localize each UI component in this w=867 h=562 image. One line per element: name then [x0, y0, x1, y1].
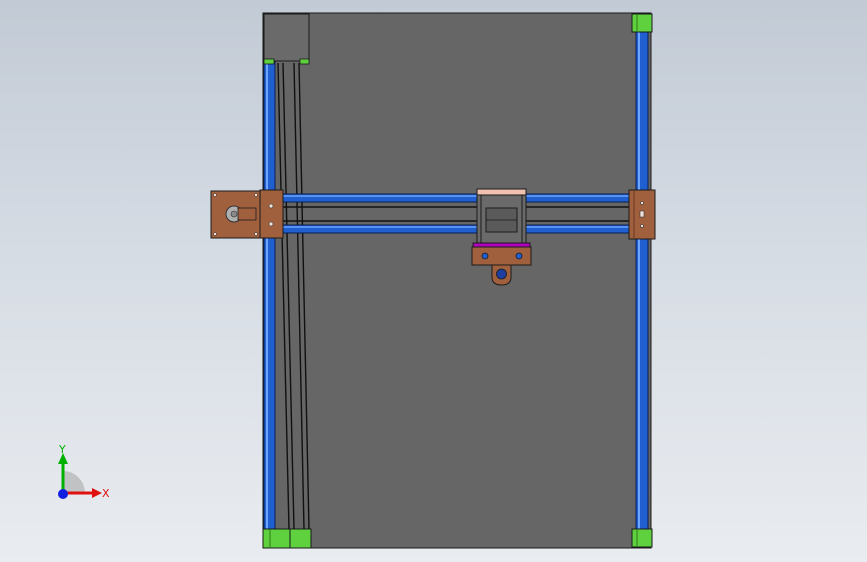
- base-plate[interactable]: [262, 12, 652, 549]
- triad-x-label: X: [102, 487, 110, 500]
- y-motor-mount[interactable]: [263, 13, 310, 65]
- reference-triad[interactable]: Y X: [44, 440, 124, 510]
- corner-bracket-bottom-right[interactable]: [631, 528, 653, 548]
- cnc-gantry-model[interactable]: [0, 0, 867, 562]
- x-left-end-block[interactable]: [259, 189, 284, 239]
- triad-y-label: Y: [59, 443, 66, 456]
- x-motor-bracket[interactable]: [210, 190, 262, 239]
- graphics-viewport[interactable]: Y X: [0, 0, 867, 562]
- right-rail[interactable]: [635, 27, 649, 533]
- left-rail[interactable]: [263, 59, 276, 533]
- triad-axes: [58, 453, 102, 499]
- corner-bracket-top-right[interactable]: [631, 13, 653, 33]
- x-right-end-block[interactable]: [628, 189, 656, 240]
